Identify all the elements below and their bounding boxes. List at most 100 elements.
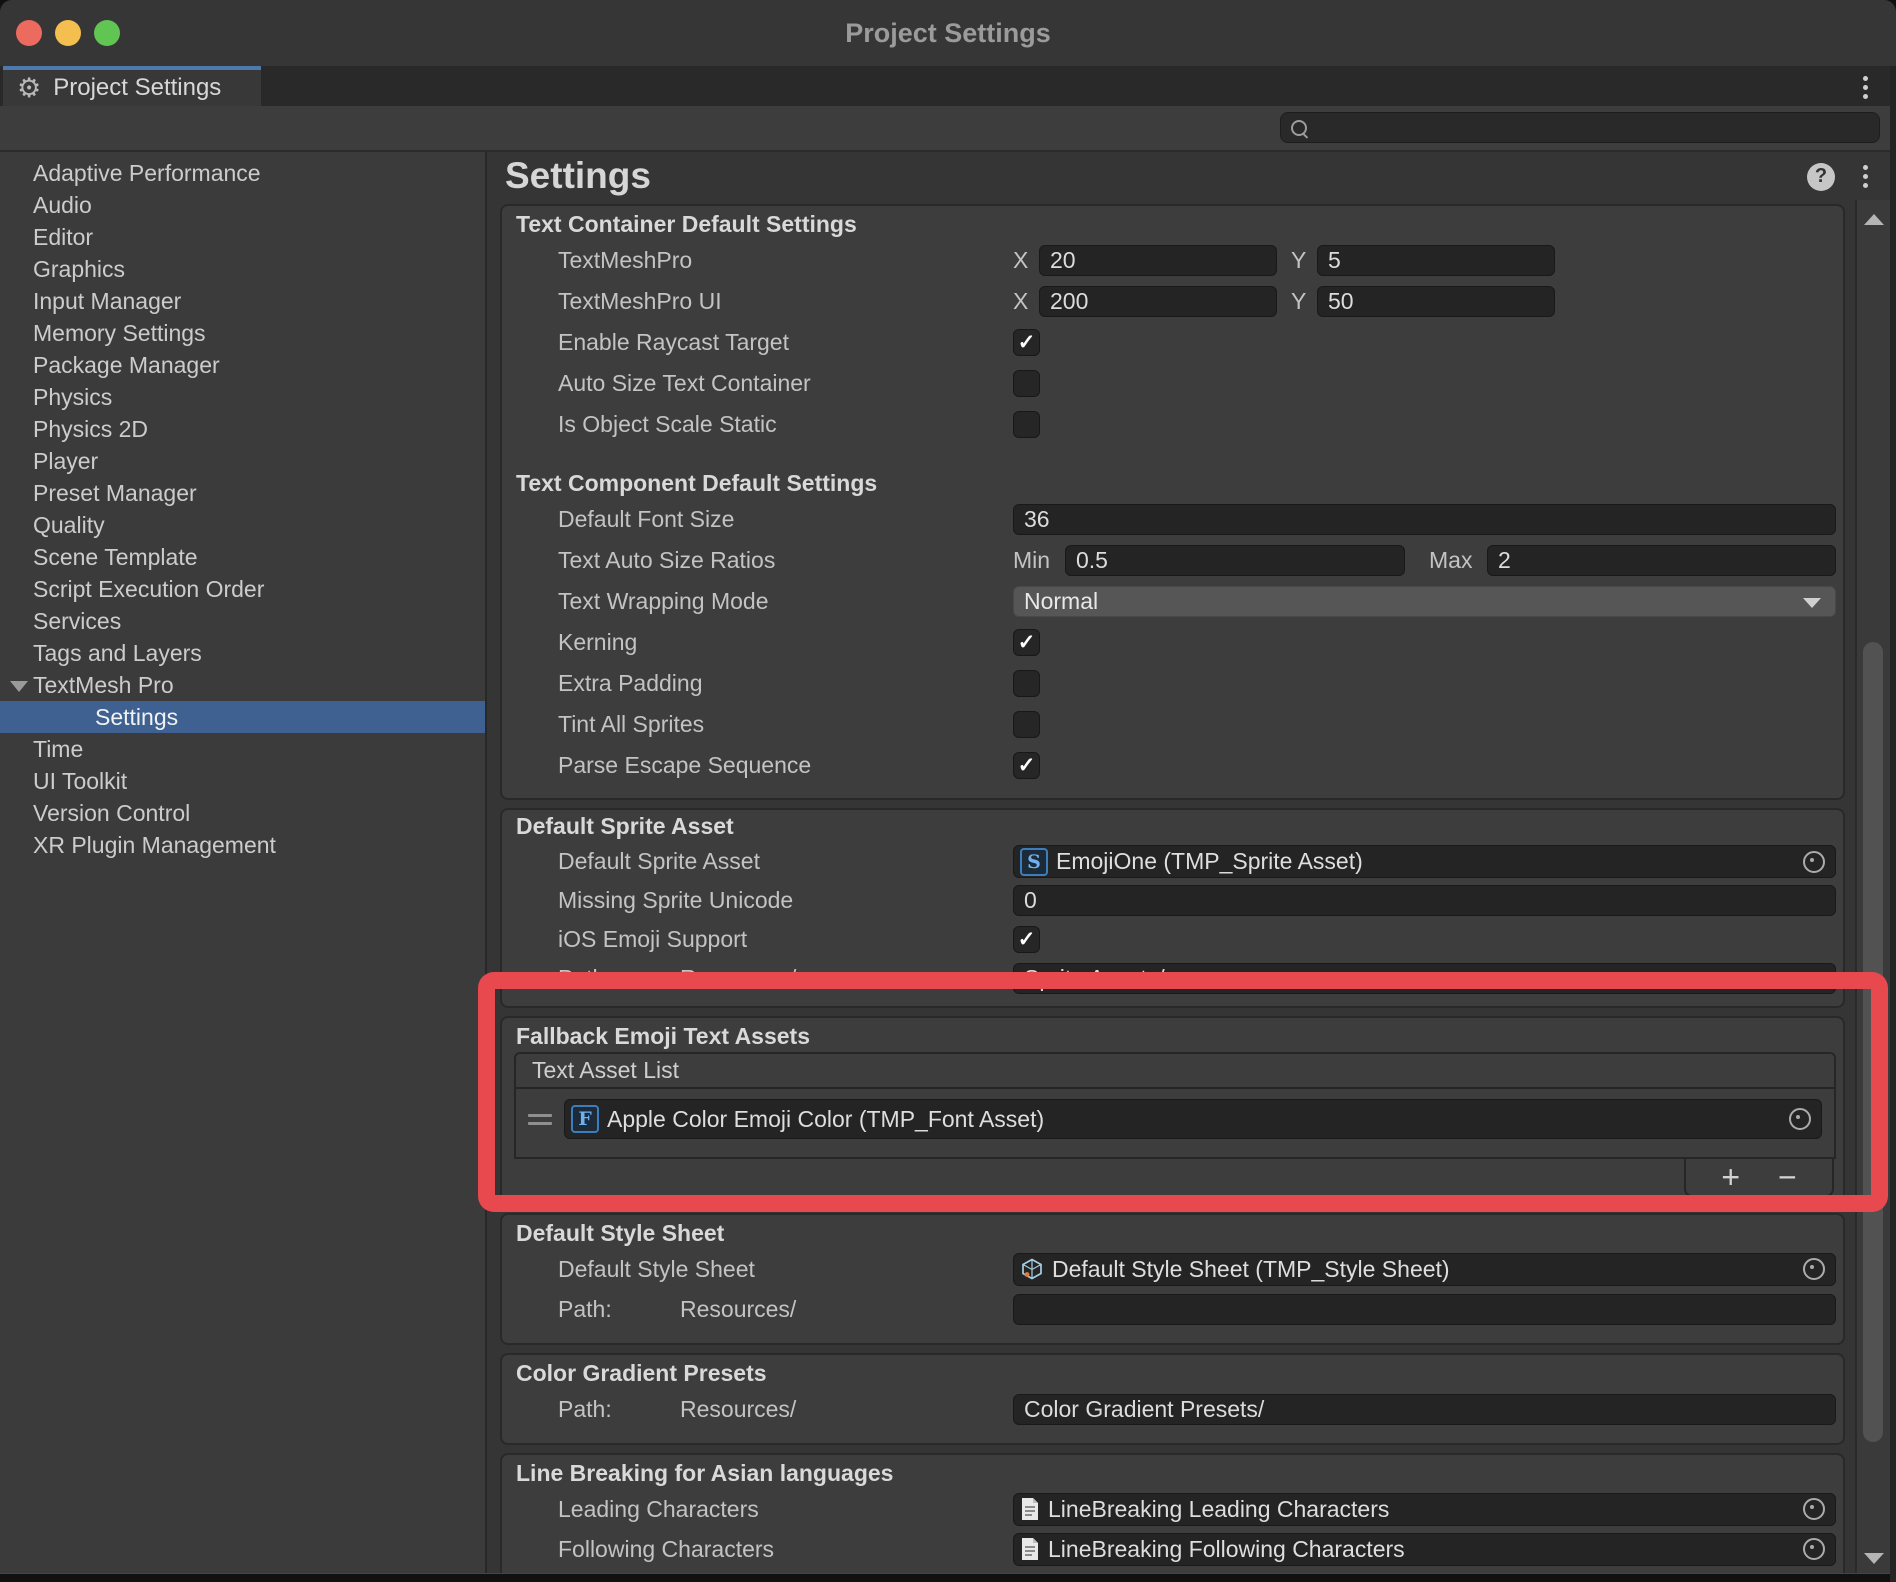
style-sheet-icon: [1020, 1257, 1044, 1281]
sidebar-item-preset-manager[interactable]: Preset Manager: [0, 477, 485, 509]
panel-menu-kebab-icon[interactable]: [1859, 161, 1872, 192]
foldout-expanded-icon[interactable]: [10, 681, 28, 692]
row-default-sprite-asset: Default Sprite Asset S EmojiOne (TMP_Spr…: [502, 842, 1836, 881]
sidebar-item-textmesh-pro[interactable]: TextMesh Pro: [0, 669, 485, 701]
scroll-down-icon[interactable]: [1864, 1553, 1884, 1564]
auto-size-min-input[interactable]: 0.5: [1065, 545, 1405, 576]
row-text-auto-size-ratios: Text Auto Size Ratios Min 0.5 Max 2: [502, 540, 1836, 581]
parse-escape-sequence-checkbox[interactable]: ✓: [1013, 752, 1040, 779]
object-picker-icon[interactable]: [1789, 1108, 1811, 1130]
section-text-container-defaults: Text Container Default Settings TextMesh…: [500, 204, 1845, 800]
add-item-button[interactable]: +: [1721, 1161, 1740, 1193]
section-title: Text Container Default Settings: [502, 208, 1836, 240]
default-style-sheet-object-field[interactable]: Default Style Sheet (TMP_Style Sheet): [1013, 1253, 1836, 1286]
sidebar-item-xr-plugin-management[interactable]: XR Plugin Management: [0, 829, 485, 861]
sidebar-item-ui-toolkit[interactable]: UI Toolkit: [0, 765, 485, 797]
fallback-font-asset-object-field[interactable]: F Apple Color Emoji Color (TMP_Font Asse…: [564, 1099, 1822, 1139]
sidebar-item-services[interactable]: Services: [0, 605, 485, 637]
remove-item-button[interactable]: −: [1778, 1161, 1797, 1193]
drag-handle-icon[interactable]: [528, 1114, 552, 1125]
object-picker-icon[interactable]: [1803, 1258, 1825, 1280]
default-font-size-input[interactable]: 36: [1013, 504, 1836, 535]
sidebar-item-editor[interactable]: Editor: [0, 221, 485, 253]
sidebar-item-package-manager[interactable]: Package Manager: [0, 349, 485, 381]
sidebar-item-physics-2d[interactable]: Physics 2D: [0, 413, 485, 445]
titlebar: Project Settings: [0, 0, 1896, 66]
textmeshpro-x-input[interactable]: 20: [1039, 245, 1277, 276]
textmeshpro-ui-y-input[interactable]: 50: [1317, 286, 1555, 317]
sidebar-item-memory-settings[interactable]: Memory Settings: [0, 317, 485, 349]
sidebar-item-tags-and-layers[interactable]: Tags and Layers: [0, 637, 485, 669]
section-title: Fallback Emoji Text Assets: [502, 1020, 1836, 1052]
tint-all-sprites-checkbox[interactable]: [1013, 711, 1040, 738]
settings-scroll-content: Text Container Default Settings TextMesh…: [487, 200, 1855, 1582]
text-asset-icon: [1020, 1497, 1040, 1521]
sidebar-item-time[interactable]: Time: [0, 733, 485, 765]
minimize-button[interactable]: [55, 20, 81, 46]
object-picker-icon[interactable]: [1803, 1498, 1825, 1520]
vertical-scrollbar[interactable]: [1855, 200, 1890, 1582]
auto-size-max-input[interactable]: 2: [1487, 545, 1836, 576]
auto-size-text-container-checkbox[interactable]: [1013, 370, 1040, 397]
following-characters-object-field[interactable]: LineBreaking Following Characters: [1013, 1533, 1836, 1566]
search-input[interactable]: [1280, 112, 1880, 143]
gear-icon: ⚙: [17, 75, 41, 102]
default-sprite-asset-object-field[interactable]: S EmojiOne (TMP_Sprite Asset): [1013, 845, 1836, 878]
sidebar-item-version-control[interactable]: Version Control: [0, 797, 485, 829]
help-icon[interactable]: ?: [1807, 163, 1835, 191]
scroll-up-icon[interactable]: [1864, 214, 1884, 225]
project-settings-window: Project Settings ⚙ Project Settings Adap…: [0, 0, 1896, 1582]
sidebar-item-script-execution-order[interactable]: Script Execution Order: [0, 573, 485, 605]
sidebar-item-player[interactable]: Player: [0, 445, 485, 477]
ios-emoji-support-checkbox[interactable]: ✓: [1013, 926, 1040, 953]
sidebar-item-graphics[interactable]: Graphics: [0, 253, 485, 285]
close-button[interactable]: [16, 20, 42, 46]
row-default-font-size: Default Font Size 36: [502, 499, 1836, 540]
sidebar-item-adaptive-performance[interactable]: Adaptive Performance: [0, 157, 485, 189]
sidebar-item-audio[interactable]: Audio: [0, 189, 485, 221]
sidebar-item-textmeshpro-settings[interactable]: Settings: [0, 701, 485, 733]
row-extra-padding: Extra Padding: [502, 663, 1836, 704]
sidebar-item-input-manager[interactable]: Input Manager: [0, 285, 485, 317]
gradient-path-input[interactable]: Color Gradient Presets/: [1013, 1394, 1836, 1425]
tab-menu-kebab-icon[interactable]: [1859, 72, 1872, 103]
extra-padding-checkbox[interactable]: [1013, 670, 1040, 697]
textmeshpro-y-input[interactable]: 5: [1317, 245, 1555, 276]
window-body: Adaptive Performance Audio Editor Graphi…: [0, 150, 1896, 1582]
zoom-button[interactable]: [94, 20, 120, 46]
text-asset-reorderable-list: Text Asset List F Apple Color Emoji Colo…: [514, 1052, 1836, 1197]
row-following-characters: Following Characters LineBreaking Follow…: [502, 1529, 1836, 1569]
row-is-object-scale-static: Is Object Scale Static: [502, 404, 1836, 445]
row-textmeshpro-size: TextMeshPro X 20 Y 5: [502, 240, 1836, 281]
row-textmeshpro-ui-size: TextMeshPro UI X 200 Y 50: [502, 281, 1836, 322]
section-color-gradient-presets: Color Gradient Presets Path:Resources/ C…: [500, 1353, 1845, 1445]
kerning-checkbox[interactable]: ✓: [1013, 629, 1040, 656]
row-auto-size-text-container: Auto Size Text Container: [502, 363, 1836, 404]
sidebar-item-physics[interactable]: Physics: [0, 381, 485, 413]
textmeshpro-ui-x-input[interactable]: 200: [1039, 286, 1277, 317]
missing-sprite-unicode-input[interactable]: 0: [1013, 885, 1836, 916]
row-kerning: Kerning ✓: [502, 622, 1836, 663]
scrollbar-thumb[interactable]: [1863, 642, 1883, 1442]
object-picker-icon[interactable]: [1803, 1538, 1825, 1560]
sprite-asset-path-input[interactable]: Sprite Assets/: [1013, 963, 1836, 994]
tab-label: Project Settings: [53, 74, 221, 102]
sprite-asset-icon: S: [1020, 848, 1048, 876]
settings-panel: Settings ? Text Container Default Settin…: [487, 152, 1896, 1582]
tab-project-settings[interactable]: ⚙ Project Settings: [3, 66, 261, 106]
text-wrapping-mode-dropdown[interactable]: Normal: [1013, 586, 1836, 617]
text-asset-icon: [1020, 1537, 1040, 1561]
row-default-style-sheet: Default Style Sheet Default Style Sheet …: [502, 1249, 1836, 1289]
panel-header: Settings ?: [487, 152, 1896, 200]
leading-characters-object-field[interactable]: LineBreaking Leading Characters: [1013, 1493, 1836, 1526]
enable-raycast-target-checkbox[interactable]: ✓: [1013, 329, 1040, 356]
section-line-breaking: Line Breaking for Asian languages Leadin…: [500, 1453, 1845, 1581]
is-object-scale-static-checkbox[interactable]: [1013, 411, 1040, 438]
sidebar-item-scene-template[interactable]: Scene Template: [0, 541, 485, 573]
object-picker-icon[interactable]: [1803, 851, 1825, 873]
section-title: Text Component Default Settings: [502, 467, 1836, 499]
row-tint-all-sprites: Tint All Sprites: [502, 704, 1836, 745]
style-sheet-path-input[interactable]: [1013, 1294, 1836, 1325]
screen-edge-strip: [1890, 66, 1896, 1582]
sidebar-item-quality[interactable]: Quality: [0, 509, 485, 541]
